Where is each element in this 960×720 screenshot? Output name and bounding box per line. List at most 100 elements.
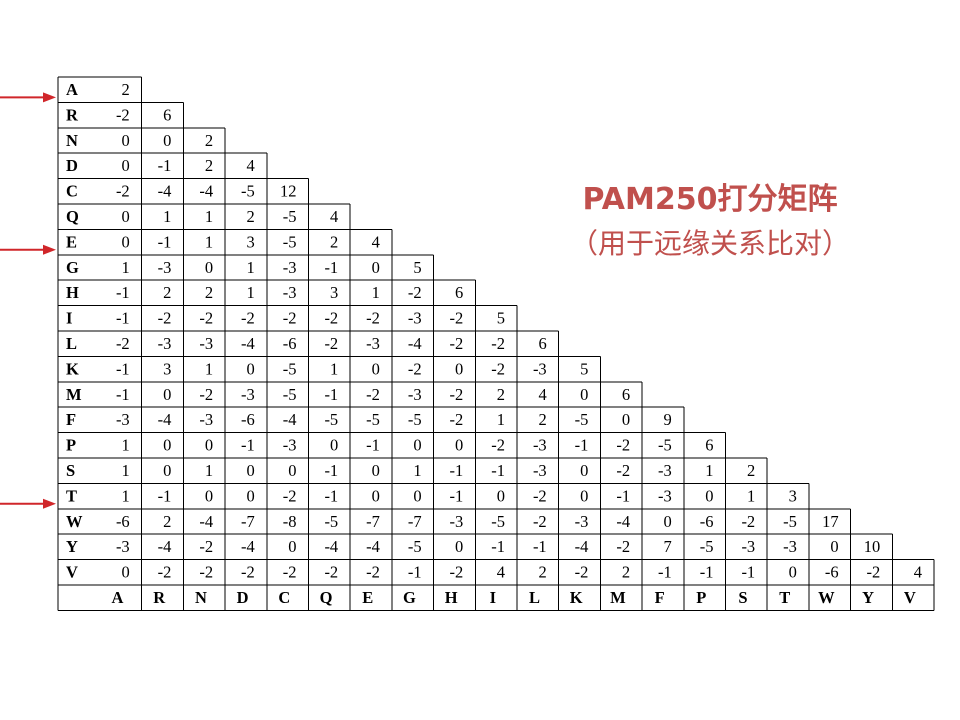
matrix-cell: 0 — [205, 258, 213, 277]
matrix-cell: 0 — [455, 537, 463, 556]
row-pointer-arrow-icon — [43, 498, 56, 509]
matrix-cell: 0 — [413, 436, 421, 455]
matrix-cell: -2 — [366, 309, 380, 328]
matrix-cell: 2 — [497, 385, 505, 404]
matrix-cell: 1 — [497, 410, 505, 429]
matrix-cell: -3 — [199, 334, 213, 353]
matrix-cell: 0 — [455, 359, 463, 378]
matrix-cell: 0 — [163, 436, 171, 455]
matrix-cell: -2 — [324, 334, 338, 353]
column-label: S — [738, 588, 747, 607]
matrix-cell: -7 — [241, 512, 255, 531]
matrix-cell: -2 — [116, 105, 130, 124]
matrix-cell: -2 — [158, 309, 172, 328]
matrix-cell: -3 — [658, 461, 672, 480]
matrix-cell: -5 — [324, 512, 338, 531]
matrix-cell: -1 — [408, 563, 422, 582]
row-label: R — [66, 105, 79, 124]
matrix-cell: 0 — [288, 461, 296, 480]
column-label: C — [278, 588, 290, 607]
matrix-cell: 0 — [497, 486, 505, 505]
matrix-cell: -2 — [491, 436, 505, 455]
matrix-cell: -4 — [241, 537, 255, 556]
matrix-cell: 5 — [413, 258, 421, 277]
matrix-cell: -2 — [158, 563, 172, 582]
row-label: H — [66, 283, 79, 302]
matrix-cell: 0 — [705, 486, 713, 505]
matrix-cell: 1 — [163, 207, 171, 226]
matrix-cell: -2 — [324, 563, 338, 582]
matrix-cell: -2 — [450, 334, 464, 353]
column-label: L — [529, 588, 540, 607]
matrix-cell: -2 — [533, 486, 547, 505]
row-label: K — [66, 359, 79, 378]
page-subtitle: （用于远缘关系比对） — [569, 227, 850, 260]
row-label: N — [66, 131, 78, 150]
matrix-cell: -2 — [324, 309, 338, 328]
matrix-cell: 6 — [622, 385, 630, 404]
row-label: E — [66, 232, 77, 251]
column-label: E — [362, 588, 373, 607]
matrix-cell: -3 — [283, 436, 297, 455]
matrix-cell: 0 — [830, 537, 838, 556]
matrix-cell: 2 — [747, 461, 755, 480]
matrix-cell: -5 — [283, 232, 297, 251]
matrix-cell: -3 — [450, 512, 464, 531]
matrix-cell: 5 — [580, 359, 588, 378]
matrix-cell: -1 — [491, 537, 505, 556]
matrix-cell: -5 — [491, 512, 505, 531]
matrix-cell: 0 — [121, 563, 129, 582]
matrix-cell: -2 — [616, 537, 630, 556]
matrix-cell: -2 — [283, 563, 297, 582]
matrix-cell: -2 — [366, 385, 380, 404]
matrix-cell: -5 — [241, 182, 255, 201]
matrix-cell: 1 — [205, 232, 213, 251]
matrix-cell: -3 — [533, 436, 547, 455]
row-label: Y — [66, 537, 78, 556]
matrix-cell: -4 — [158, 182, 172, 201]
matrix-cell: -2 — [450, 410, 464, 429]
matrix-cell: 1 — [247, 258, 255, 277]
matrix-cell: -3 — [366, 334, 380, 353]
matrix-cell: 2 — [205, 283, 213, 302]
row-label: P — [66, 436, 76, 455]
matrix-cell: 4 — [247, 156, 255, 175]
matrix-cell: -4 — [575, 537, 589, 556]
matrix-cell: 2 — [163, 512, 171, 531]
matrix-cell: 0 — [163, 131, 171, 150]
row-label: W — [66, 512, 83, 531]
matrix-cell: 1 — [205, 359, 213, 378]
matrix-cell: -5 — [783, 512, 797, 531]
matrix-cell: 0 — [580, 461, 588, 480]
matrix-cell: -2 — [450, 563, 464, 582]
matrix-cell: -1 — [241, 436, 255, 455]
row-label: D — [66, 156, 78, 175]
matrix-cell: 0 — [205, 436, 213, 455]
matrix-cell: 3 — [789, 486, 797, 505]
matrix-cell: 0 — [580, 486, 588, 505]
matrix-cell: 5 — [497, 309, 505, 328]
matrix-cell: 0 — [789, 563, 797, 582]
matrix-cell: -5 — [658, 436, 672, 455]
matrix-cell: -2 — [533, 512, 547, 531]
column-label: R — [153, 588, 166, 607]
matrix-cell: 0 — [163, 385, 171, 404]
matrix-cell: -3 — [158, 258, 172, 277]
matrix-cell: -1 — [116, 309, 130, 328]
matrix-cell: -4 — [199, 512, 213, 531]
matrix-cell: -6 — [241, 410, 255, 429]
matrix-cell: -3 — [408, 385, 422, 404]
row-label: A — [66, 80, 78, 99]
matrix-cell: 1 — [121, 486, 129, 505]
matrix-cell: -4 — [283, 410, 297, 429]
matrix-cell: 2 — [205, 156, 213, 175]
matrix-cell: -1 — [616, 486, 630, 505]
matrix-cell: -2 — [450, 385, 464, 404]
matrix-cell: -2 — [408, 283, 422, 302]
matrix-cell: 2 — [538, 410, 546, 429]
matrix-cell: -3 — [408, 309, 422, 328]
matrix-cell: 2 — [330, 232, 338, 251]
pam250-matrix: A 2R -2 6N 0 0 2D 0 -1 2 4C -2 -4 -4 -5 12Q 0 1 1 2 -5 4E 0 -1 1… — [0, 76, 935, 611]
matrix-cell: 3 — [163, 359, 171, 378]
matrix-cell: 1 — [372, 283, 380, 302]
